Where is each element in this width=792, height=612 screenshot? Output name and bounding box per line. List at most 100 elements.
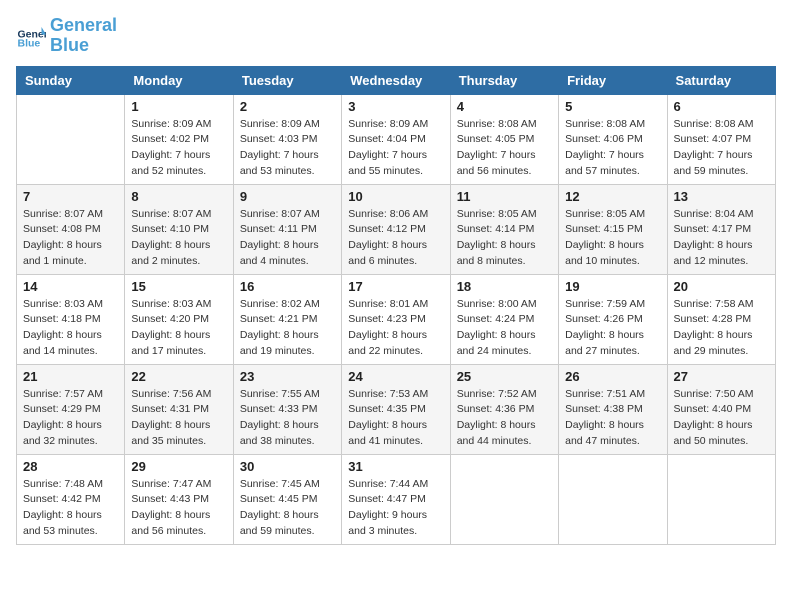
calendar-cell: 9 Sunrise: 8:07 AMSunset: 4:11 PMDaylight… xyxy=(233,184,341,274)
calendar-cell: 20 Sunrise: 7:58 AMSunset: 4:28 PMDayligh… xyxy=(667,274,775,364)
calendar-cell: 22 Sunrise: 7:56 AMSunset: 4:31 PMDayligh… xyxy=(125,364,233,454)
calendar-cell: 1 Sunrise: 8:09 AMSunset: 4:02 PMDaylight… xyxy=(125,94,233,184)
weekday-header-tuesday: Tuesday xyxy=(233,66,341,94)
calendar-cell: 30Sunrise: 7:45 AMSunset: 4:45 PMDayligh… xyxy=(233,454,341,544)
calendar-cell: 25Sunrise: 7:52 AMSunset: 4:36 PMDayligh… xyxy=(450,364,558,454)
day-number: 3 xyxy=(348,99,443,114)
calendar-cell: 21 Sunrise: 7:57 AMSunset: 4:29 PMDayligh… xyxy=(17,364,125,454)
day-number: 15 xyxy=(131,279,226,294)
calendar-cell xyxy=(17,94,125,184)
logo-icon: General Blue xyxy=(16,21,46,51)
weekday-header-saturday: Saturday xyxy=(667,66,775,94)
day-info: Sunrise: 8:09 AMSunset: 4:02 PMDaylight:… xyxy=(131,117,226,180)
day-info: Sunrise: 8:07 AMSunset: 4:08 PMDaylight:… xyxy=(23,207,118,270)
day-number: 31 xyxy=(348,459,443,474)
calendar-cell: 29 Sunrise: 7:47 AMSunset: 4:43 PMDayligh… xyxy=(125,454,233,544)
day-info: Sunrise: 8:00 AMSunset: 4:24 PMDaylight:… xyxy=(457,297,552,360)
weekday-header-wednesday: Wednesday xyxy=(342,66,450,94)
calendar-cell: 7Sunrise: 8:07 AMSunset: 4:08 PMDaylight… xyxy=(17,184,125,274)
day-info: Sunrise: 7:44 AMSunset: 4:47 PMDaylight:… xyxy=(348,477,443,540)
day-info: Sunrise: 8:02 AMSunset: 4:21 PMDaylight:… xyxy=(240,297,335,360)
day-info: Sunrise: 8:08 AMSunset: 4:06 PMDaylight:… xyxy=(565,117,660,180)
calendar-cell: 2Sunrise: 8:09 AMSunset: 4:03 PMDaylight… xyxy=(233,94,341,184)
day-info: Sunrise: 7:56 AMSunset: 4:31 PMDaylight:… xyxy=(131,387,226,450)
day-number: 11 xyxy=(457,189,552,204)
calendar-cell: 12 Sunrise: 8:05 AMSunset: 4:15 PMDayligh… xyxy=(559,184,667,274)
calendar-cell: 23Sunrise: 7:55 AMSunset: 4:33 PMDayligh… xyxy=(233,364,341,454)
logo-text: GeneralBlue xyxy=(50,16,117,56)
day-number: 16 xyxy=(240,279,335,294)
day-info: Sunrise: 7:53 AMSunset: 4:35 PMDaylight:… xyxy=(348,387,443,450)
calendar-week-3: 14 Sunrise: 8:03 AMSunset: 4:18 PMDayligh… xyxy=(17,274,776,364)
day-number: 20 xyxy=(674,279,769,294)
calendar-cell: 4 Sunrise: 8:08 AMSunset: 4:05 PMDaylight… xyxy=(450,94,558,184)
weekday-header-monday: Monday xyxy=(125,66,233,94)
day-info: Sunrise: 7:45 AMSunset: 4:45 PMDaylight:… xyxy=(240,477,335,540)
page-header: General Blue GeneralBlue xyxy=(16,16,776,56)
day-info: Sunrise: 7:59 AMSunset: 4:26 PMDaylight:… xyxy=(565,297,660,360)
day-info: Sunrise: 8:08 AMSunset: 4:07 PMDaylight:… xyxy=(674,117,769,180)
day-info: Sunrise: 7:55 AMSunset: 4:33 PMDaylight:… xyxy=(240,387,335,450)
calendar-cell: 27 Sunrise: 7:50 AMSunset: 4:40 PMDayligh… xyxy=(667,364,775,454)
day-number: 10 xyxy=(348,189,443,204)
day-info: Sunrise: 7:47 AMSunset: 4:43 PMDaylight:… xyxy=(131,477,226,540)
day-number: 9 xyxy=(240,189,335,204)
calendar-cell: 26 Sunrise: 7:51 AMSunset: 4:38 PMDayligh… xyxy=(559,364,667,454)
calendar-week-1: 1 Sunrise: 8:09 AMSunset: 4:02 PMDaylight… xyxy=(17,94,776,184)
day-number: 18 xyxy=(457,279,552,294)
calendar-cell: 24 Sunrise: 7:53 AMSunset: 4:35 PMDayligh… xyxy=(342,364,450,454)
calendar-cell: 18 Sunrise: 8:00 AMSunset: 4:24 PMDayligh… xyxy=(450,274,558,364)
day-number: 22 xyxy=(131,369,226,384)
day-info: Sunrise: 7:50 AMSunset: 4:40 PMDaylight:… xyxy=(674,387,769,450)
calendar-cell: 13Sunrise: 8:04 AMSunset: 4:17 PMDayligh… xyxy=(667,184,775,274)
day-info: Sunrise: 8:01 AMSunset: 4:23 PMDaylight:… xyxy=(348,297,443,360)
calendar-week-5: 28 Sunrise: 7:48 AMSunset: 4:42 PMDayligh… xyxy=(17,454,776,544)
day-info: Sunrise: 8:08 AMSunset: 4:05 PMDaylight:… xyxy=(457,117,552,180)
svg-text:Blue: Blue xyxy=(18,37,41,49)
day-info: Sunrise: 7:58 AMSunset: 4:28 PMDaylight:… xyxy=(674,297,769,360)
calendar-cell: 8 Sunrise: 8:07 AMSunset: 4:10 PMDaylight… xyxy=(125,184,233,274)
calendar-week-4: 21 Sunrise: 7:57 AMSunset: 4:29 PMDayligh… xyxy=(17,364,776,454)
day-number: 17 xyxy=(348,279,443,294)
calendar-cell: 17 Sunrise: 8:01 AMSunset: 4:23 PMDayligh… xyxy=(342,274,450,364)
day-number: 21 xyxy=(23,369,118,384)
day-number: 2 xyxy=(240,99,335,114)
calendar-cell: 11 Sunrise: 8:05 AMSunset: 4:14 PMDayligh… xyxy=(450,184,558,274)
calendar-cell: 28 Sunrise: 7:48 AMSunset: 4:42 PMDayligh… xyxy=(17,454,125,544)
day-number: 5 xyxy=(565,99,660,114)
day-number: 6 xyxy=(674,99,769,114)
calendar-cell: 19 Sunrise: 7:59 AMSunset: 4:26 PMDayligh… xyxy=(559,274,667,364)
calendar-cell: 31 Sunrise: 7:44 AMSunset: 4:47 PMDayligh… xyxy=(342,454,450,544)
day-info: Sunrise: 8:06 AMSunset: 4:12 PMDaylight:… xyxy=(348,207,443,270)
day-info: Sunrise: 8:03 AMSunset: 4:18 PMDaylight:… xyxy=(23,297,118,360)
calendar-cell xyxy=(667,454,775,544)
day-number: 24 xyxy=(348,369,443,384)
calendar-cell xyxy=(450,454,558,544)
weekday-header-thursday: Thursday xyxy=(450,66,558,94)
day-number: 8 xyxy=(131,189,226,204)
day-info: Sunrise: 8:05 AMSunset: 4:14 PMDaylight:… xyxy=(457,207,552,270)
day-info: Sunrise: 8:04 AMSunset: 4:17 PMDaylight:… xyxy=(674,207,769,270)
day-info: Sunrise: 7:52 AMSunset: 4:36 PMDaylight:… xyxy=(457,387,552,450)
calendar-cell: 10 Sunrise: 8:06 AMSunset: 4:12 PMDayligh… xyxy=(342,184,450,274)
calendar-cell: 3Sunrise: 8:09 AMSunset: 4:04 PMDaylight… xyxy=(342,94,450,184)
day-info: Sunrise: 8:07 AMSunset: 4:11 PMDaylight:… xyxy=(240,207,335,270)
day-number: 19 xyxy=(565,279,660,294)
day-info: Sunrise: 7:51 AMSunset: 4:38 PMDaylight:… xyxy=(565,387,660,450)
logo: General Blue GeneralBlue xyxy=(16,16,117,56)
day-number: 29 xyxy=(131,459,226,474)
day-info: Sunrise: 8:05 AMSunset: 4:15 PMDaylight:… xyxy=(565,207,660,270)
day-number: 4 xyxy=(457,99,552,114)
day-number: 26 xyxy=(565,369,660,384)
day-number: 27 xyxy=(674,369,769,384)
day-info: Sunrise: 7:48 AMSunset: 4:42 PMDaylight:… xyxy=(23,477,118,540)
day-number: 12 xyxy=(565,189,660,204)
day-info: Sunrise: 7:57 AMSunset: 4:29 PMDaylight:… xyxy=(23,387,118,450)
day-number: 28 xyxy=(23,459,118,474)
day-info: Sunrise: 8:07 AMSunset: 4:10 PMDaylight:… xyxy=(131,207,226,270)
day-number: 14 xyxy=(23,279,118,294)
calendar-cell: 6 Sunrise: 8:08 AMSunset: 4:07 PMDaylight… xyxy=(667,94,775,184)
day-number: 1 xyxy=(131,99,226,114)
calendar-week-2: 7Sunrise: 8:07 AMSunset: 4:08 PMDaylight… xyxy=(17,184,776,274)
calendar-cell: 5 Sunrise: 8:08 AMSunset: 4:06 PMDaylight… xyxy=(559,94,667,184)
